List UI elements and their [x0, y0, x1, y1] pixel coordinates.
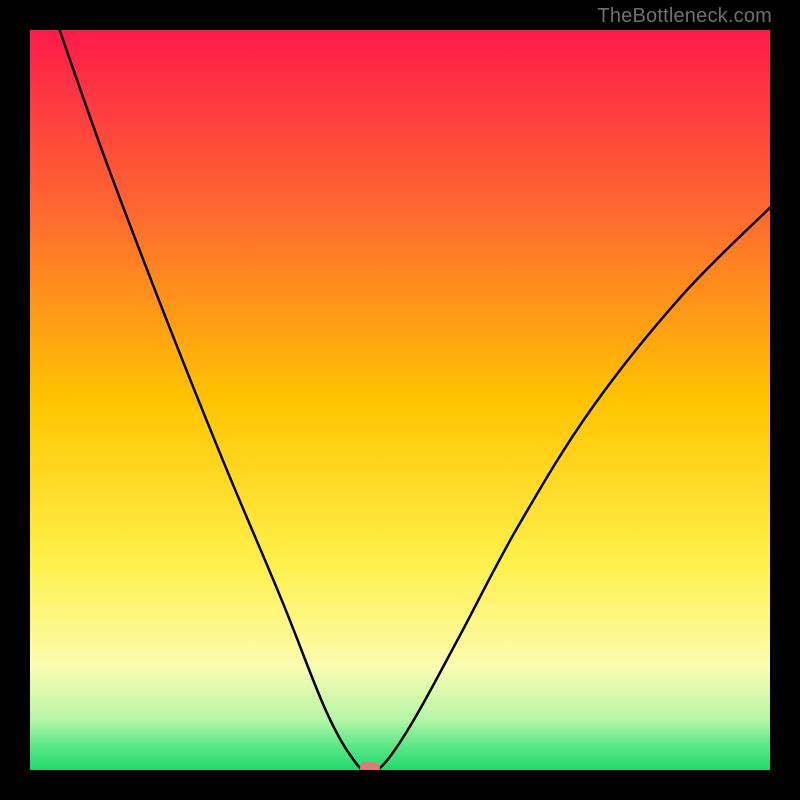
gradient-background — [30, 30, 770, 770]
watermark-text: TheBottleneck.com — [597, 5, 772, 28]
plot-area — [30, 30, 770, 770]
chart-frame: TheBottleneck.com — [0, 0, 800, 800]
plot-svg — [30, 30, 770, 770]
minimum-marker — [360, 762, 380, 770]
